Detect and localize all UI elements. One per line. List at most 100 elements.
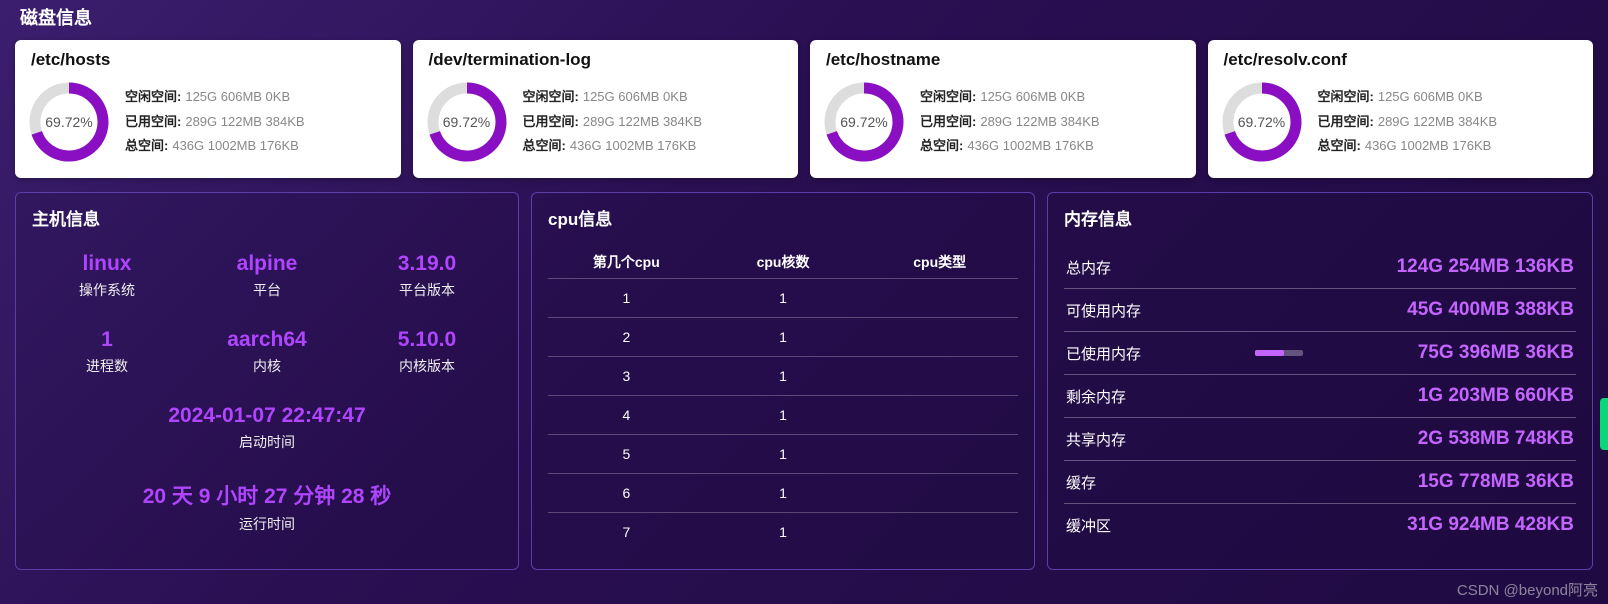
disk-title: /dev/termination-log	[425, 50, 787, 70]
cpu-cell-idx: 5	[548, 446, 705, 462]
disk-stats: 空闲空间:125G 606MB 0KB 已用空间:289G 122MB 384K…	[920, 85, 1100, 159]
memory-key: 剩余内存	[1066, 386, 1126, 407]
host-label: 进程数	[32, 356, 182, 376]
host-cell-kernver: 5.10.0 内核版本	[352, 328, 502, 376]
host-label: 内核版本	[352, 356, 502, 376]
cpu-cell-idx: 2	[548, 329, 705, 345]
cpu-cell-cores: 1	[705, 290, 862, 306]
cpu-row[interactable]: 4 1	[548, 395, 1018, 434]
memory-value: 1G 203MB 660KB	[1418, 385, 1574, 407]
cpu-cell-type	[861, 290, 1018, 306]
cpu-cell-idx: 4	[548, 407, 705, 423]
disk-usage-donut: 69.72%	[27, 80, 111, 164]
cpu-row[interactable]: 3 1	[548, 356, 1018, 395]
host-cell-uptime: 20 天 9 小时 27 分钟 28 秒 运行时间	[32, 480, 502, 534]
cpu-row[interactable]: 7 1	[548, 512, 1018, 551]
host-cell-kernel: aarch64 内核	[192, 328, 342, 376]
cpu-cell-type	[861, 485, 1018, 501]
memory-key: 可使用内存	[1066, 300, 1141, 321]
host-label: 启动时间	[32, 432, 502, 452]
memory-value: 124G 254MB 136KB	[1397, 256, 1574, 278]
host-panel-title: 主机信息	[32, 205, 502, 230]
cpu-cell-idx: 1	[548, 290, 705, 306]
cpu-cell-cores: 1	[705, 329, 862, 345]
disk-pct-label: 69.72%	[1220, 80, 1304, 164]
memory-row: 缓存 15G 778MB 36KB	[1064, 461, 1576, 504]
disk-pct-label: 69.72%	[822, 80, 906, 164]
host-value: 5.10.0	[352, 328, 502, 352]
host-panel: 主机信息 linux 操作系统alpine 平台3.19.0 平台版本1 进程数…	[15, 192, 519, 570]
host-label: 平台版本	[352, 280, 502, 300]
memory-key: 缓冲区	[1066, 515, 1111, 536]
host-cell-boot: 2024-01-07 22:47:47 启动时间	[32, 404, 502, 452]
disk-stats: 空闲空间:125G 606MB 0KB 已用空间:289G 122MB 384K…	[523, 85, 703, 159]
host-value: 1	[32, 328, 182, 352]
cpu-cell-type	[861, 329, 1018, 345]
disk-title: /etc/resolv.conf	[1220, 50, 1582, 70]
host-value: alpine	[192, 252, 342, 276]
cpu-row[interactable]: 6 1	[548, 473, 1018, 512]
memory-bar	[1255, 350, 1303, 356]
host-cell-platver: 3.19.0 平台版本	[352, 252, 502, 300]
cpu-row[interactable]: 5 1	[548, 434, 1018, 473]
cpu-cell-idx: 7	[548, 524, 705, 540]
disk-usage-donut: 69.72%	[425, 80, 509, 164]
memory-key: 总内存	[1066, 257, 1111, 278]
cpu-cell-cores: 1	[705, 446, 862, 462]
cpu-cell-type	[861, 368, 1018, 384]
host-value: 20 天 9 小时 27 分钟 28 秒	[32, 480, 502, 510]
disk-card[interactable]: /etc/resolv.conf 69.72% 空闲空间:125G 606MB …	[1208, 40, 1594, 178]
host-label: 平台	[192, 280, 342, 300]
disk-card[interactable]: /etc/hostname 69.72% 空闲空间:125G 606MB 0KB…	[810, 40, 1196, 178]
cpu-panel-title: cpu信息	[548, 205, 1018, 230]
memory-key: 已使用内存	[1066, 343, 1141, 364]
cpu-cell-type	[861, 446, 1018, 462]
host-label: 操作系统	[32, 280, 182, 300]
memory-value: 31G 924MB 428KB	[1407, 514, 1574, 536]
disk-card[interactable]: /etc/hosts 69.72% 空闲空间:125G 606MB 0KB 已用…	[15, 40, 401, 178]
memory-row: 剩余内存 1G 203MB 660KB	[1064, 375, 1576, 418]
cpu-col-type: cpu类型	[861, 252, 1018, 272]
cpu-cell-cores: 1	[705, 368, 862, 384]
cpu-cell-type	[861, 407, 1018, 423]
host-value: aarch64	[192, 328, 342, 352]
disk-pct-label: 69.72%	[425, 80, 509, 164]
watermark: CSDN @beyond阿亮	[1457, 579, 1598, 600]
memory-value: 2G 538MB 748KB	[1418, 428, 1574, 450]
host-cell-procs: 1 进程数	[32, 328, 182, 376]
disk-card[interactable]: /dev/termination-log 69.72% 空闲空间:125G 60…	[413, 40, 799, 178]
cpu-cell-idx: 6	[548, 485, 705, 501]
cpu-table-body[interactable]: 1 1 2 1 3 1 4 1 5 1 6	[548, 278, 1018, 576]
cpu-row[interactable]: 1 1	[548, 278, 1018, 317]
cpu-cell-cores: 1	[705, 485, 862, 501]
host-value: 2024-01-07 22:47:47	[32, 404, 502, 428]
memory-row: 可使用内存 45G 400MB 388KB	[1064, 289, 1576, 332]
cpu-row[interactable]: 2 1	[548, 317, 1018, 356]
host-cell-platform: alpine 平台	[192, 252, 342, 300]
disk-usage-donut: 69.72%	[1220, 80, 1304, 164]
cpu-cell-cores: 1	[705, 407, 862, 423]
disk-stats: 空闲空间:125G 606MB 0KB 已用空间:289G 122MB 384K…	[1318, 85, 1498, 159]
memory-panel-title: 内存信息	[1064, 205, 1576, 230]
disk-usage-donut: 69.72%	[822, 80, 906, 164]
memory-row: 已使用内存 75G 396MB 36KB	[1064, 332, 1576, 375]
side-tab-handle[interactable]	[1600, 398, 1608, 450]
disk-title: /etc/hosts	[27, 50, 389, 70]
disk-pct-label: 69.72%	[27, 80, 111, 164]
disk-cards-row: /etc/hosts 69.72% 空闲空间:125G 606MB 0KB 已用…	[0, 40, 1608, 192]
host-label: 运行时间	[32, 514, 502, 534]
cpu-cell-type	[861, 524, 1018, 540]
cpu-table-header: 第几个cpu cpu核数 cpu类型	[548, 246, 1018, 278]
disk-stats: 空闲空间:125G 606MB 0KB 已用空间:289G 122MB 384K…	[125, 85, 305, 159]
memory-key: 缓存	[1066, 472, 1096, 493]
cpu-panel: cpu信息 第几个cpu cpu核数 cpu类型 1 1 2 1 3 1 4 1	[531, 192, 1035, 570]
disk-section-title: 磁盘信息	[0, 0, 1608, 40]
host-cell-os: linux 操作系统	[32, 252, 182, 300]
memory-row: 缓冲区 31G 924MB 428KB	[1064, 504, 1576, 546]
memory-value: 45G 400MB 388KB	[1407, 299, 1574, 321]
host-value: 3.19.0	[352, 252, 502, 276]
cpu-cell-cores: 1	[705, 524, 862, 540]
cpu-cell-idx: 3	[548, 368, 705, 384]
memory-row: 共享内存 2G 538MB 748KB	[1064, 418, 1576, 461]
memory-key: 共享内存	[1066, 429, 1126, 450]
